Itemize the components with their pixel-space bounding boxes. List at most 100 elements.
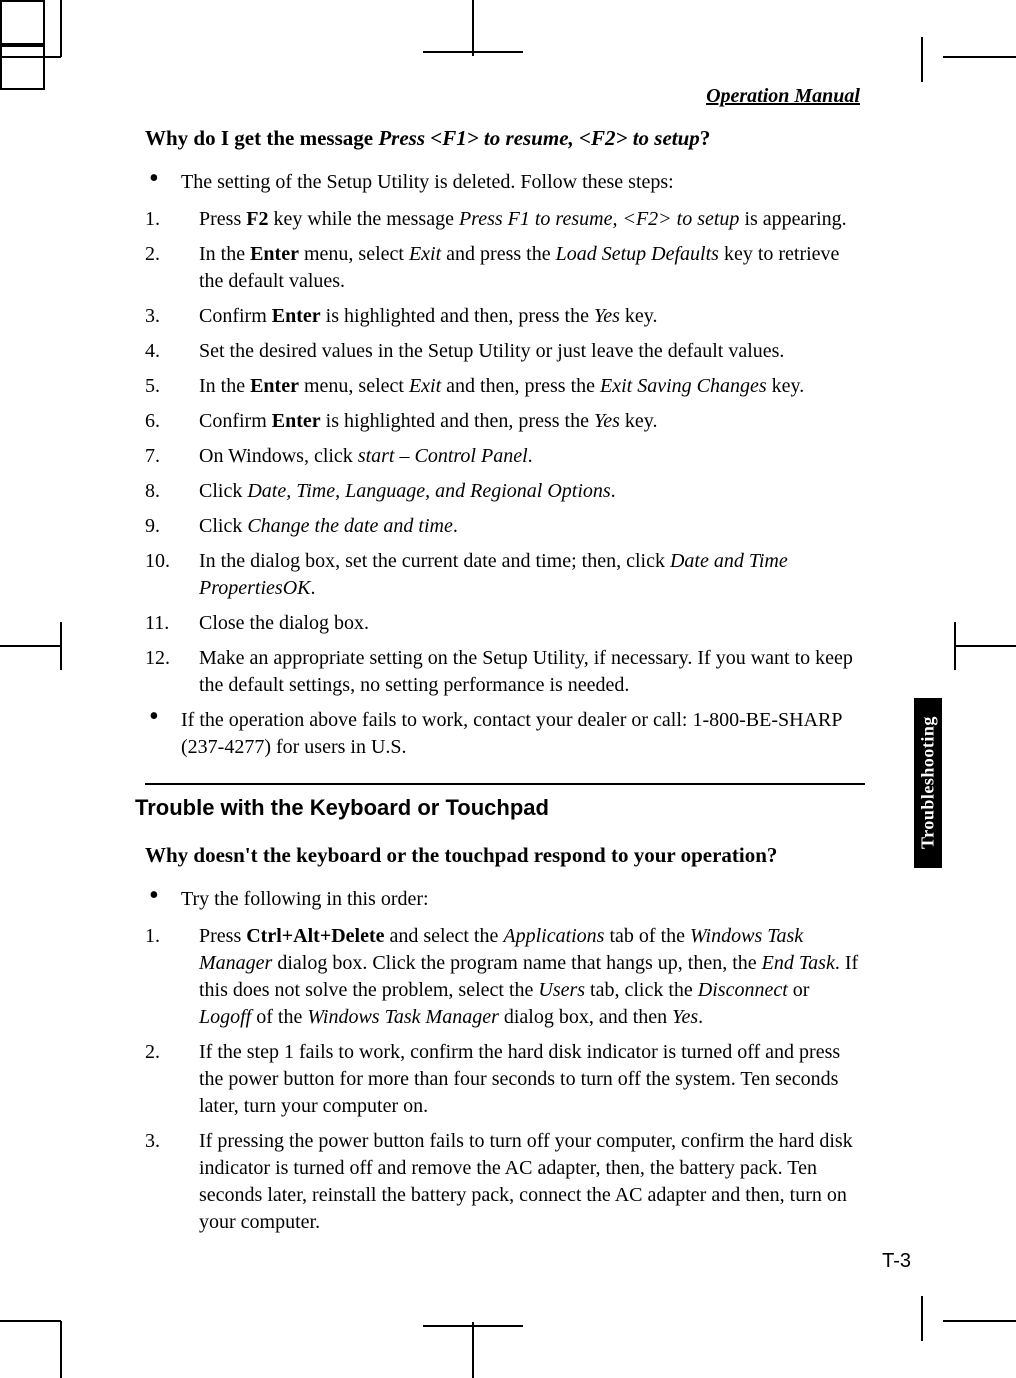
list-item: 4.Set the desired values in the Setup Ut…	[145, 338, 865, 365]
text-run: is appearing.	[739, 208, 846, 230]
text-run: key.	[620, 305, 658, 327]
text-run: is highlighted and then, press the	[321, 305, 594, 327]
text-run: .	[311, 577, 316, 599]
bullet-icon: •	[145, 169, 181, 196]
step-text: If pressing the power button fails to tu…	[199, 1128, 865, 1236]
text-run: Load Setup Defaults	[556, 243, 719, 265]
text-run: start – Control Panel	[358, 445, 528, 467]
step-number: 9.	[145, 513, 199, 540]
text-run: Enter	[272, 410, 321, 432]
step-text: Set the desired values in the Setup Util…	[199, 338, 865, 365]
list-item: 1.Press F2 key while the message Press F…	[145, 206, 865, 233]
text-run: Click	[199, 480, 247, 502]
text-run: dialog box, set the current date and tim…	[250, 550, 670, 572]
step-number: 10.	[145, 548, 199, 602]
step-number: 2.	[145, 1039, 199, 1120]
crop-mark	[60, 0, 62, 57]
text-run: Change the date and time	[247, 515, 453, 537]
text-run: and select the	[385, 925, 504, 947]
text-run: If the step 1 fails to work, confirm the…	[199, 1041, 840, 1117]
text-run: Yes	[594, 410, 620, 432]
text-run: menu, select	[299, 243, 409, 265]
text-run: .	[611, 480, 616, 502]
crop-mark-box	[0, 45, 45, 90]
text-run: Exit	[409, 375, 441, 397]
section-rule	[145, 783, 865, 785]
bullet-icon: •	[145, 707, 181, 761]
text-run: Press	[199, 925, 246, 947]
step-number: 2.	[145, 241, 199, 295]
text-run: Date, Time, Language, and Regional Optio…	[247, 480, 610, 502]
list-item: 8.Click Date, Time, Language, and Region…	[145, 478, 865, 505]
crop-mark	[921, 1296, 923, 1341]
text-run: Confirm	[199, 410, 272, 432]
text-run: OK	[283, 577, 311, 599]
crop-mark	[954, 622, 956, 670]
question-heading-2: Why doesn't the keyboard or the touchpad…	[145, 843, 865, 868]
step-text: Press F2 key while the message Press F1 …	[199, 206, 865, 233]
bullet-item: • If the operation above fails to work, …	[145, 707, 865, 761]
list-item: 3.Confirm Enter is highlighted and then,…	[145, 303, 865, 330]
text-run: In the	[199, 375, 250, 397]
text-run: Close the dialog box.	[199, 612, 369, 634]
text-run: If pressing the power button fails to tu…	[199, 1130, 853, 1233]
running-head: Operation Manual	[145, 85, 865, 108]
text-run: End Task	[762, 952, 835, 974]
crop-mark	[0, 645, 61, 647]
crop-mark-box	[0, 0, 45, 45]
bullet-text: If the operation above fails to work, co…	[181, 707, 865, 761]
text-run: Set the desired values in the Setup Util…	[199, 340, 784, 362]
list-item: 11.Close the dialog box.	[145, 610, 865, 637]
text-run: tab of the	[604, 925, 690, 947]
text-run: Press	[199, 208, 246, 230]
text-run: Click	[199, 515, 247, 537]
list-item: 6.Confirm Enter is highlighted and then,…	[145, 408, 865, 435]
step-number: 11.	[145, 610, 199, 637]
text-run: Windows Task Manager	[307, 1006, 499, 1028]
step-text: Make an appropriate setting on the Setup…	[199, 645, 865, 699]
bullet-item: • The setting of the Setup Utility is de…	[145, 169, 865, 196]
list-item: 7.On Windows, click start – Control Pane…	[145, 443, 865, 470]
crop-mark	[943, 56, 1016, 58]
text-run: Exit Saving Changes	[600, 375, 767, 397]
text-run: F2	[246, 208, 268, 230]
text-run: dialog box, and then	[499, 1006, 672, 1028]
text-run: Yes	[672, 1006, 698, 1028]
text-run: dialog box. Click the program name that …	[272, 952, 761, 974]
text-run: Confirm	[199, 305, 272, 327]
text-run: or	[788, 979, 810, 1001]
step-number: 5.	[145, 373, 199, 400]
step-text: In the dialog box, set the current date …	[199, 548, 865, 602]
text-run: and press the	[441, 243, 555, 265]
step-number: 1.	[145, 923, 199, 1031]
text-run: In the	[199, 243, 250, 265]
text-run: Press F1 to resume, <F2> to setup	[459, 208, 739, 230]
list-item: 2.In the Enter menu, select Exit and pre…	[145, 241, 865, 295]
text-run: Applications	[503, 925, 604, 947]
step-number: 1.	[145, 206, 199, 233]
bullet-item: • Try the following in this order:	[145, 886, 865, 913]
crop-mark	[921, 37, 923, 82]
text-run: Enter	[272, 305, 321, 327]
crop-mark	[472, 1322, 474, 1378]
side-tab-troubleshooting: Troubleshooting	[914, 698, 942, 868]
text-run: Users	[538, 979, 585, 1001]
text-run: Disconnect	[698, 979, 788, 1001]
step-number: 3.	[145, 303, 199, 330]
step-number: 12.	[145, 645, 199, 699]
crop-mark	[0, 56, 61, 58]
text-run: is highlighted and then, press the	[321, 410, 594, 432]
step-number: 6.	[145, 408, 199, 435]
list-item: 3.If pressing the power button fails to …	[145, 1128, 865, 1236]
step-text: Confirm Enter is highlighted and then, p…	[199, 408, 865, 435]
bullet-icon: •	[145, 886, 181, 913]
crop-mark	[60, 1321, 62, 1378]
step-text: Click Date, Time, Language, and Regional…	[199, 478, 865, 505]
crop-mark	[943, 1320, 1016, 1322]
text-run: and then, press the	[441, 375, 600, 397]
text-run: Make an appropriate setting on the Setup…	[199, 647, 853, 696]
bullet-text: Try the following in this order:	[181, 886, 865, 913]
text-run: .	[453, 515, 458, 537]
crop-mark	[955, 645, 1016, 647]
text-run: Exit	[409, 243, 441, 265]
